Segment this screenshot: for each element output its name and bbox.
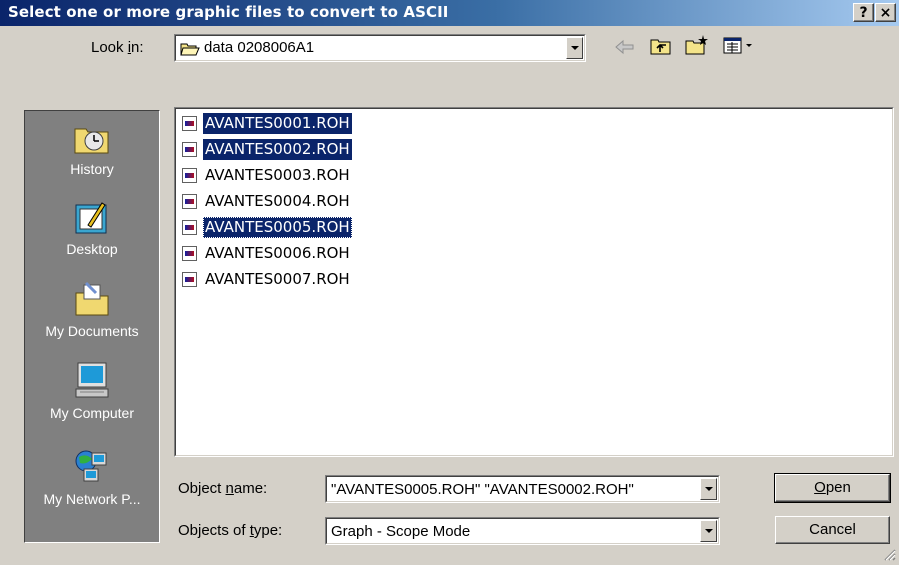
my-computer-icon [72,361,112,401]
places-bar: History Desktop My Documents My Computer… [24,110,160,543]
file-name: AVANTES0003.ROH [205,166,350,184]
place-label: My Computer [49,405,135,421]
object-type-label: Objects of type: [178,522,283,539]
graph-file-icon [182,168,197,183]
my-documents-icon [72,279,112,319]
place-my-documents[interactable]: My Documents [25,279,159,339]
place-label: My Documents [45,323,139,339]
file-name: AVANTES0006.ROH [205,244,350,262]
resize-grip-icon[interactable] [882,547,896,561]
graph-file-icon [182,272,197,287]
help-button[interactable]: ? [853,3,874,22]
object-type-dropdown-button[interactable] [700,520,717,542]
history-icon [72,117,112,157]
place-label: Desktop [66,241,118,257]
look-in-dropdown-button[interactable] [566,37,583,59]
desktop-icon [72,197,112,237]
place-history[interactable]: History [25,117,159,177]
file-name: AVANTES0001.ROH [203,113,352,134]
graph-file-icon [182,220,197,235]
up-one-level-icon[interactable] [649,35,673,57]
cancel-button[interactable]: Cancel [775,516,890,544]
graph-file-icon [182,116,197,131]
object-name-combobox[interactable]: "AVANTES0005.ROH" "AVANTES0002.ROH" [325,475,720,503]
back-icon[interactable] [613,37,637,57]
place-my-network-places[interactable]: My Network P... [25,447,159,507]
object-type-dropdown[interactable]: Graph - Scope Mode [325,517,720,545]
file-list[interactable]: AVANTES0001.ROH AVANTES0002.ROH AVANTES000… [174,107,894,457]
file-name: AVANTES0004.ROH [205,192,350,210]
graph-file-icon [182,142,197,157]
place-desktop[interactable]: Desktop [25,197,159,257]
object-name-dropdown-button[interactable] [700,478,717,500]
network-places-icon [72,447,112,487]
place-label: History [70,161,114,177]
look-in-label: Look in: [91,39,144,56]
object-type-value: Graph - Scope Mode [331,523,471,540]
close-button[interactable]: × [875,3,896,22]
new-folder-icon[interactable] [684,33,710,57]
graph-file-icon [182,194,197,209]
look-in-value: data 0208006A1 [204,39,315,56]
file-name: AVANTES0007.ROH [205,270,350,288]
window-title: Select one or more graphic files to conv… [8,3,449,21]
folder-open-icon [180,41,200,56]
look-in-dropdown[interactable]: data 0208006A1 [174,34,586,62]
object-name-input[interactable]: "AVANTES0005.ROH" "AVANTES0002.ROH" [331,481,634,498]
view-menu-icon[interactable] [723,36,757,56]
file-name: AVANTES0005.ROH [203,217,352,238]
place-label: My Network P... [43,491,141,507]
graph-file-icon [182,246,197,261]
place-my-computer[interactable]: My Computer [25,361,159,421]
object-name-label: Object name: [178,480,268,497]
file-name: AVANTES0002.ROH [203,139,352,160]
open-button[interactable]: Open [774,473,891,503]
